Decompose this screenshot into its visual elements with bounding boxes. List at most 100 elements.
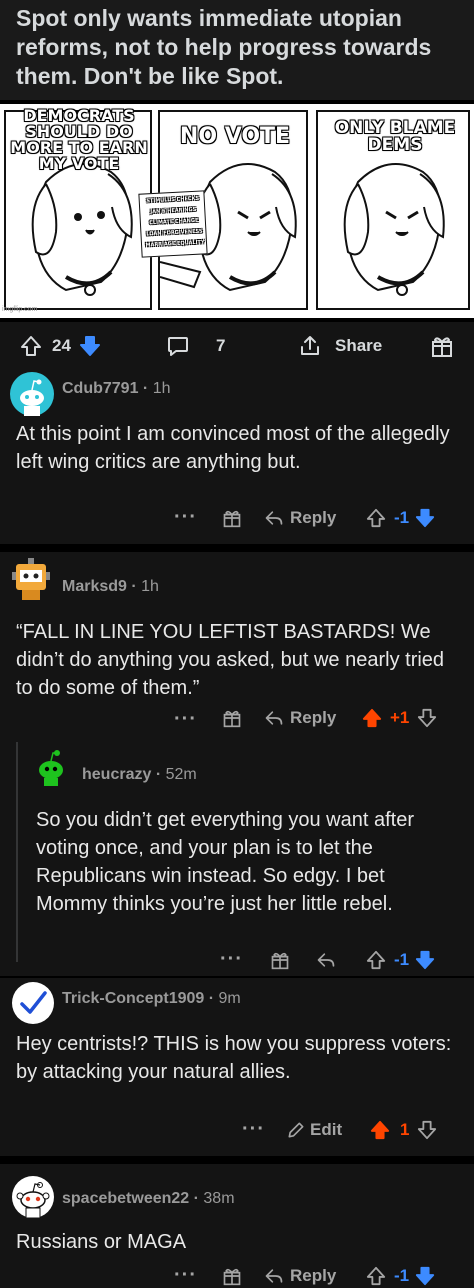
more-icon[interactable]: ···	[220, 948, 243, 971]
award-button[interactable]	[430, 334, 454, 358]
comment-icon	[168, 337, 188, 356]
share-label: Share	[335, 336, 383, 355]
reply-label: Reply	[290, 708, 337, 727]
comment-cdub7791: Cdub7791 · 1h At this point I am convinc…	[0, 368, 474, 544]
timestamp: 1h	[141, 578, 159, 595]
reply-icon	[265, 511, 283, 525]
avatar[interactable]	[12, 982, 54, 1024]
award-button[interactable]	[270, 950, 290, 970]
comment-vote-group: -1	[366, 1266, 435, 1286]
comment-author[interactable]: Cdub7791 · 1h	[62, 380, 170, 398]
username[interactable]: Marksd9	[62, 578, 127, 595]
more-icon[interactable]: ···	[242, 1118, 265, 1141]
award-button[interactable]	[222, 708, 242, 728]
comment-author[interactable]: Marksd9 · 1h	[62, 578, 159, 596]
score: +1	[390, 708, 410, 727]
post-title: Spot only wants immediate utopian reform…	[0, 0, 474, 100]
username[interactable]: Trick-Concept1909	[62, 990, 204, 1007]
award-button[interactable]	[222, 1266, 242, 1286]
comment-spacebetween22: spacebetween22 · 38m Russians or MAGA ··…	[0, 1164, 474, 1288]
downvote-icon[interactable]	[79, 335, 101, 357]
comments-button[interactable]: 7	[166, 334, 225, 358]
post-action-bar: 24 7 Share	[0, 322, 474, 368]
sign-line-3: CLIMATE CHANGE	[149, 217, 199, 227]
username[interactable]: heucrazy	[82, 766, 151, 783]
upvote-icon[interactable]	[362, 708, 382, 728]
reply-icon	[265, 1269, 283, 1283]
meme-image[interactable]: DEMOCRATS SHOULD DO MORE TO EARN MY VOTE…	[0, 104, 474, 318]
sign-line-4: LOAN FORGIVENESS	[146, 228, 203, 238]
comment-vote-group: -1	[366, 508, 435, 528]
more-icon[interactable]: ···	[174, 1264, 197, 1287]
award-icon	[271, 952, 289, 970]
comment-author[interactable]: heucrazy · 52m	[82, 766, 197, 784]
reply-button[interactable]: Reply	[264, 1266, 336, 1286]
downvote-icon[interactable]	[415, 1266, 435, 1286]
score: 1	[400, 1120, 410, 1139]
score: -1	[394, 1266, 410, 1285]
timestamp: 38m	[203, 1190, 235, 1207]
reply-button[interactable]	[316, 950, 336, 970]
downvote-icon[interactable]	[417, 1120, 437, 1140]
panel3-caption: ONLY BLAME DEMS	[334, 118, 456, 155]
share-icon	[301, 336, 319, 355]
score: -1	[394, 508, 410, 527]
downvote-icon[interactable]	[415, 950, 435, 970]
meme-watermark: imgflip.com	[2, 306, 38, 313]
comment-vote-group: 1	[370, 1120, 437, 1140]
username[interactable]: Cdub7791	[62, 380, 138, 397]
comment-vote-group: -1	[366, 950, 435, 970]
edit-label: Edit	[310, 1120, 343, 1139]
downvote-icon[interactable]	[417, 708, 437, 728]
timestamp: 52m	[165, 766, 197, 783]
edit-icon	[288, 1122, 304, 1138]
more-icon[interactable]: ···	[174, 506, 197, 529]
award-icon	[223, 710, 241, 728]
panel2-caption: NO VOTE	[179, 124, 291, 149]
timestamp: 1h	[152, 380, 171, 397]
thread-line[interactable]	[16, 742, 18, 962]
avatar[interactable]	[10, 372, 54, 416]
sign-line-1: STIMULUS CHECKS	[146, 195, 200, 205]
score: -1	[394, 950, 410, 969]
panel1-caption: DEMOCRATS SHOULD DO MORE TO EARN MY VOTE	[10, 106, 148, 173]
avatar[interactable]	[10, 558, 52, 602]
comment-body: Russians or MAGA	[16, 1231, 187, 1253]
timestamp: 9m	[218, 990, 241, 1007]
comments-count: 7	[216, 336, 226, 355]
avatar[interactable]	[32, 748, 70, 786]
award-button[interactable]	[222, 508, 242, 528]
comment-body: So you didn’t get everything you want af…	[36, 809, 415, 915]
post-vote-count: 24	[52, 336, 71, 355]
sign-line-5: MARRIAGE EQUALITY	[145, 239, 205, 249]
award-icon	[223, 510, 241, 528]
comment-body: “FALL IN LINE YOU LEFTIST BASTARDS! We d…	[16, 621, 445, 699]
snoo-icon	[20, 379, 44, 416]
upvote-icon[interactable]	[366, 1266, 386, 1286]
comment-author[interactable]: Trick-Concept1909 · 9m	[62, 990, 241, 1008]
comment-author[interactable]: spacebetween22 · 38m	[62, 1190, 235, 1208]
reply-button[interactable]: Reply	[264, 508, 336, 528]
post-vote-group: 24	[20, 334, 101, 358]
snoo-icon	[16, 1182, 50, 1219]
comment-marksd9: Marksd9 · 1h “FALL IN LINE YOU LEFTIST B…	[0, 552, 474, 976]
upvote-icon[interactable]	[20, 335, 42, 357]
upvote-icon[interactable]	[366, 508, 386, 528]
comment-trick-concept1909: Trick-Concept1909 · 9m Hey centrists!? T…	[0, 978, 474, 1156]
comment-body: Hey centrists!? THIS is how you suppress…	[16, 1033, 452, 1083]
username[interactable]: spacebetween22	[62, 1190, 189, 1207]
sign-line-2: JAN 6 HEARINGS	[150, 206, 197, 216]
share-button[interactable]: Share	[298, 334, 382, 358]
downvote-icon[interactable]	[415, 508, 435, 528]
reply-button[interactable]: Reply	[264, 708, 336, 728]
robot-avatar-icon	[12, 558, 50, 600]
edit-button[interactable]: Edit	[286, 1120, 342, 1140]
snoo-icon	[39, 750, 63, 786]
upvote-icon[interactable]	[370, 1120, 390, 1140]
award-icon	[432, 337, 452, 357]
more-icon[interactable]: ···	[174, 708, 197, 731]
upvote-icon[interactable]	[366, 950, 386, 970]
comment-vote-group: +1	[362, 708, 437, 728]
policy-sign: STIMULUS CHECKS JAN 6 HEARINGS CLIMATE C…	[138, 190, 208, 258]
avatar[interactable]	[12, 1176, 54, 1219]
